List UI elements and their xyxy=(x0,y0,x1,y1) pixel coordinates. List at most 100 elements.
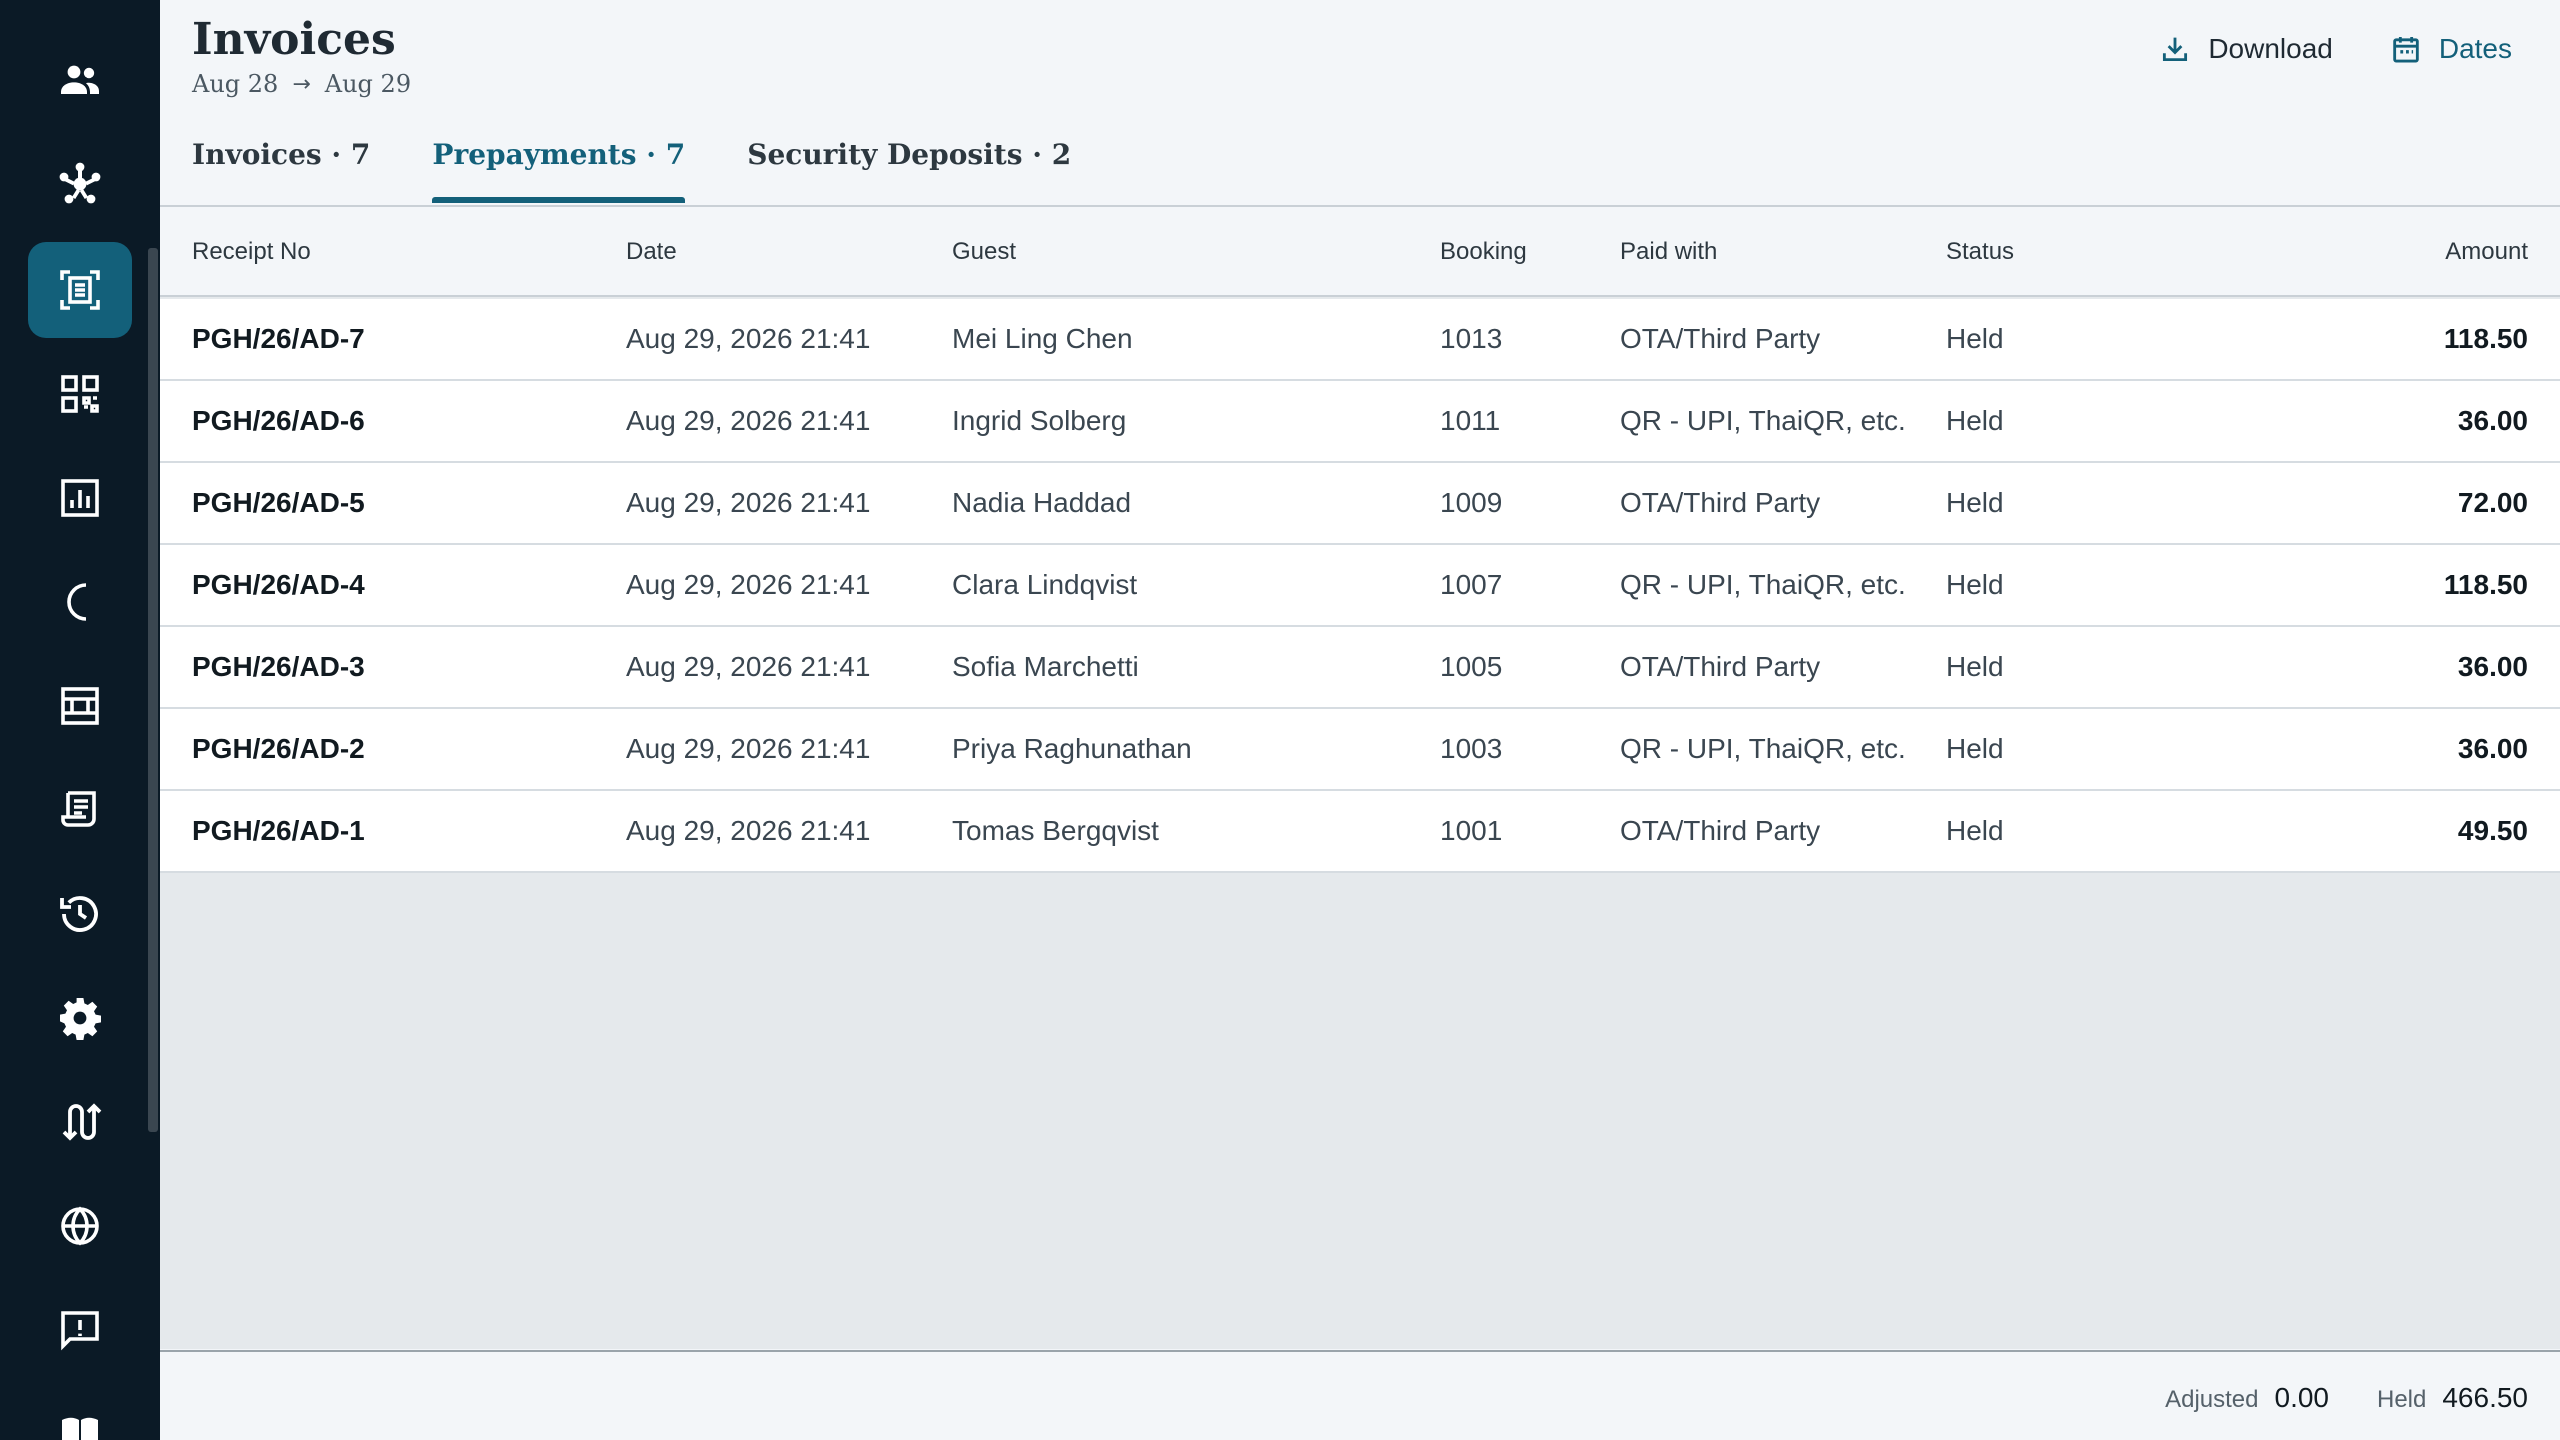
payment-method: OTA/Third Party xyxy=(1620,815,1821,846)
sidebar-item-people[interactable] xyxy=(28,32,132,128)
column-header-paid-with[interactable]: Paid with xyxy=(1620,209,1717,295)
table-row[interactable]: PGH/26/AD-7 Aug 29, 2026 21:41 Mei Ling … xyxy=(160,299,2560,381)
receipt-date: Aug 29, 2026 21:41 xyxy=(626,733,871,764)
sidebar-scrollbar[interactable] xyxy=(148,248,158,1132)
totals-footer: Adjusted 0.00 Held 466.50 xyxy=(160,1350,2560,1440)
receipt-long-icon xyxy=(61,791,96,827)
receipt-no: PGH/26/AD-2 xyxy=(192,733,365,764)
download-button[interactable]: Download xyxy=(2158,32,2333,66)
amount: 36.00 xyxy=(2457,733,2528,764)
receipt-scan-icon xyxy=(60,270,100,310)
feedback-icon xyxy=(61,1311,99,1351)
table-row[interactable]: PGH/26/AD-2 Aug 29, 2026 21:41 Priya Rag… xyxy=(160,709,2560,791)
moon-icon xyxy=(67,583,87,621)
tab-security-deposits[interactable]: Security Deposits · 2 xyxy=(747,138,1071,201)
booking-id: 1001 xyxy=(1440,815,1503,846)
sidebar-item-qr[interactable] xyxy=(28,346,132,442)
receipt-date: Aug 29, 2026 21:41 xyxy=(626,405,871,436)
sidebar-item-history[interactable] xyxy=(28,866,132,962)
tab-prepayments[interactable]: Prepayments · 7 xyxy=(432,138,685,203)
amount: 49.50 xyxy=(2457,815,2528,846)
room-layout-icon xyxy=(61,687,99,725)
payment-method: QR - UPI, ThaiQR, etc. xyxy=(1620,405,1906,436)
receipt-date: Aug 29, 2026 21:41 xyxy=(626,651,871,682)
column-header-status[interactable]: Status xyxy=(1946,209,2014,295)
globe-icon xyxy=(61,1206,99,1246)
gear-icon xyxy=(60,998,101,1040)
guest-name: Priya Raghunathan xyxy=(952,733,1192,764)
receipt-no: PGH/26/AD-4 xyxy=(192,569,365,600)
amount: 36.00 xyxy=(2457,651,2528,682)
receipt-date: Aug 29, 2026 21:41 xyxy=(626,815,871,846)
sidebar-item-receipts[interactable] xyxy=(28,242,132,338)
table-header: Receipt No Date Guest Booking Paid with … xyxy=(160,209,2560,297)
status: Held xyxy=(1946,815,2004,846)
guest-name: Sofia Marchetti xyxy=(952,651,1139,682)
dates-button[interactable]: Dates xyxy=(2389,32,2512,66)
column-header-booking[interactable]: Booking xyxy=(1440,209,1527,295)
held-value: 466.50 xyxy=(2442,1382,2528,1413)
header-actions: Download Dates xyxy=(2158,32,2512,66)
receipt-no: PGH/26/AD-7 xyxy=(192,323,365,354)
held-label: Held xyxy=(2377,1386,2427,1413)
prepayments-table: Receipt No Date Guest Booking Paid with … xyxy=(160,209,2560,1349)
receipt-no: PGH/26/AD-1 xyxy=(192,815,365,846)
sidebar-item-web[interactable] xyxy=(28,1178,132,1274)
history-icon xyxy=(60,896,98,932)
status: Held xyxy=(1946,569,2004,600)
adjusted-total: Adjusted 0.00 xyxy=(2165,1382,2329,1414)
sidebar xyxy=(0,0,160,1440)
status: Held xyxy=(1946,487,2004,518)
column-header-receipt[interactable]: Receipt No xyxy=(192,209,311,295)
sidebar-item-hub[interactable] xyxy=(28,136,132,232)
table-row[interactable]: PGH/26/AD-1 Aug 29, 2026 21:41 Tomas Ber… xyxy=(160,791,2560,873)
sidebar-item-folio[interactable] xyxy=(28,762,132,858)
payment-method: OTA/Third Party xyxy=(1620,487,1821,518)
payment-method: OTA/Third Party xyxy=(1620,651,1821,682)
sidebar-item-rooms[interactable] xyxy=(28,658,132,754)
amount: 118.50 xyxy=(2443,323,2528,354)
download-icon xyxy=(2163,37,2188,62)
report-chart-icon xyxy=(61,479,99,517)
amount: 36.00 xyxy=(2457,405,2528,436)
hub-icon xyxy=(59,162,101,204)
status: Held xyxy=(1946,733,2004,764)
people-icon xyxy=(61,65,99,94)
guest-name: Nadia Haddad xyxy=(952,487,1132,518)
page-header: Invoices Aug 28 → Aug 29 Download Dates … xyxy=(160,0,2560,207)
status: Held xyxy=(1946,323,2004,354)
tab-invoices[interactable]: Invoices · 7 xyxy=(192,138,370,201)
column-header-amount[interactable]: Amount xyxy=(2445,209,2528,295)
date-to: Aug 29 xyxy=(324,70,412,98)
calendar-icon xyxy=(2393,36,2419,63)
table-row[interactable]: PGH/26/AD-4 Aug 29, 2026 21:41 Clara Lin… xyxy=(160,545,2560,627)
totals: Adjusted 0.00 Held 466.50 xyxy=(2165,1382,2528,1414)
swap-route-icon xyxy=(62,1103,102,1141)
sidebar-item-night[interactable] xyxy=(28,554,132,650)
sidebar-item-guide[interactable] xyxy=(28,1386,132,1440)
sidebar-item-reports[interactable] xyxy=(28,450,132,546)
table-row[interactable]: PGH/26/AD-5 Aug 29, 2026 21:41 Nadia Had… xyxy=(160,463,2560,545)
booking-id: 1007 xyxy=(1440,569,1503,600)
main-content: Invoices Aug 28 → Aug 29 Download Dates … xyxy=(160,0,2560,1440)
guest-name: Tomas Bergqvist xyxy=(952,815,1159,846)
page-title: Invoices xyxy=(192,14,396,65)
book-icon xyxy=(62,1417,98,1440)
table-row[interactable]: PGH/26/AD-3 Aug 29, 2026 21:41 Sofia Mar… xyxy=(160,627,2560,709)
guest-name: Mei Ling Chen xyxy=(952,323,1133,354)
receipt-date: Aug 29, 2026 21:41 xyxy=(626,569,871,600)
table-row[interactable]: PGH/26/AD-6 Aug 29, 2026 21:41 Ingrid So… xyxy=(160,381,2560,463)
receipt-date: Aug 29, 2026 21:41 xyxy=(626,487,871,518)
adjusted-label: Adjusted xyxy=(2165,1386,2259,1413)
qr-code-icon xyxy=(61,375,99,413)
booking-id: 1003 xyxy=(1440,733,1503,764)
receipt-no: PGH/26/AD-5 xyxy=(192,487,365,518)
sidebar-item-feedback[interactable] xyxy=(28,1282,132,1378)
column-header-guest[interactable]: Guest xyxy=(952,209,1016,295)
amount: 72.00 xyxy=(2457,487,2528,518)
column-header-date[interactable]: Date xyxy=(626,209,677,295)
booking-id: 1005 xyxy=(1440,651,1503,682)
booking-id: 1011 xyxy=(1440,405,1501,436)
sidebar-item-settings[interactable] xyxy=(28,970,132,1066)
sidebar-item-channel[interactable] xyxy=(28,1074,132,1170)
